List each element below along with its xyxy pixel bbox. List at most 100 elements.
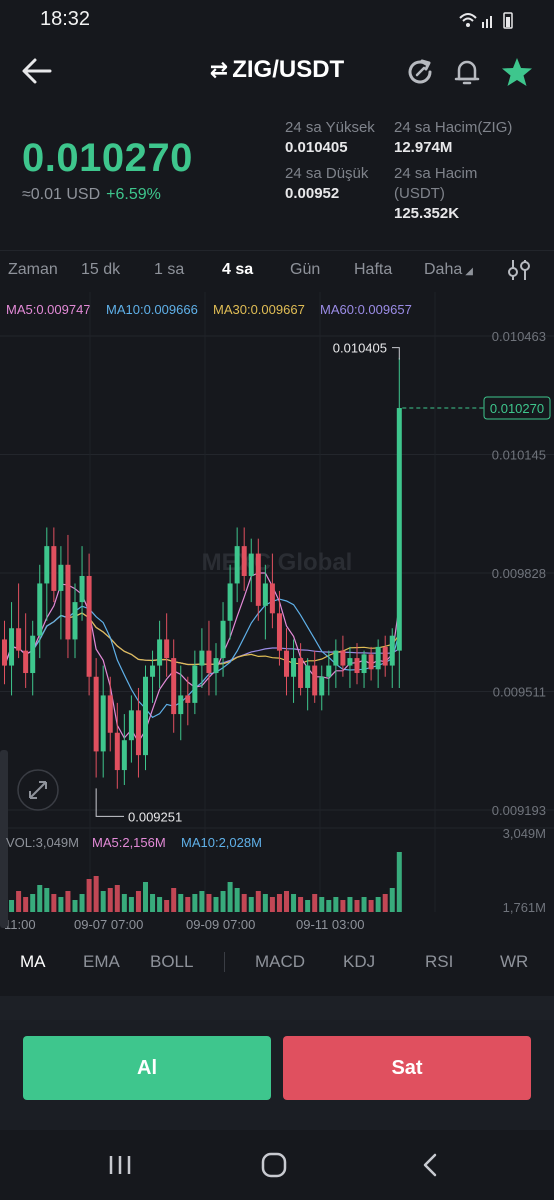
candle <box>389 635 395 666</box>
vol-ma5-legend: MA5:2,156M <box>92 835 166 850</box>
candle <box>284 650 289 677</box>
volume-bar <box>86 879 92 912</box>
candle <box>347 658 353 666</box>
volume-bar <box>30 894 36 912</box>
volume-bar <box>284 891 289 912</box>
stat-label: 24 sa Yüksek <box>285 119 375 136</box>
candle <box>241 546 247 576</box>
candle <box>255 553 261 606</box>
candle <box>93 676 99 752</box>
ind-ema[interactable]: EMA <box>83 952 120 972</box>
candle <box>114 732 120 771</box>
volume-bar <box>128 897 134 912</box>
candle <box>396 408 402 651</box>
tf-15m[interactable]: 15 dk <box>81 261 120 279</box>
time-axis-label: 09-09 07:00 <box>186 917 255 932</box>
stat-label: 24 sa Hacim(ZIG) <box>394 119 513 136</box>
stat-label: 24 sa Hacim <box>394 165 478 182</box>
tf-more[interactable]: Daha ◢ <box>424 261 473 279</box>
volume-bar <box>234 888 240 912</box>
recent-apps-icon[interactable] <box>100 1150 140 1180</box>
candle <box>199 650 205 666</box>
volume-bar <box>79 894 85 912</box>
ind-boll[interactable]: BOLL <box>150 952 193 972</box>
price-axis-label: 0.010463 <box>492 329 546 344</box>
volume-bar <box>23 897 29 912</box>
sell-button[interactable]: Sat <box>283 1036 531 1100</box>
tf-week[interactable]: Hafta <box>354 261 392 279</box>
candle <box>100 695 106 752</box>
tf-1h[interactable]: 1 sa <box>154 261 184 279</box>
volume-bar <box>368 900 374 912</box>
volume-bar <box>326 900 332 912</box>
tf-4h[interactable]: 4 sa <box>222 261 253 279</box>
volume-bar <box>58 897 64 912</box>
candle <box>2 639 7 666</box>
price-axis-label: 0.009511 <box>493 685 546 700</box>
last-price-label: 0.010270 <box>490 401 544 416</box>
volume-bar <box>44 888 50 912</box>
ind-wr[interactable]: WR <box>500 952 528 972</box>
candle <box>72 602 78 640</box>
bell-icon[interactable] <box>451 56 483 88</box>
candle <box>164 639 170 659</box>
candle <box>128 710 134 741</box>
volume-bar <box>192 894 198 912</box>
candle <box>58 564 64 591</box>
volume-bar <box>361 897 367 912</box>
volume-bar <box>93 876 99 912</box>
chart-settings-icon[interactable] <box>506 257 532 283</box>
stat-value: 12.974M <box>394 139 453 156</box>
volume-bar <box>354 900 360 912</box>
candle <box>51 546 57 591</box>
candle <box>262 583 268 606</box>
fullscreen-button[interactable] <box>17 769 59 811</box>
candle <box>37 583 43 636</box>
watermark: MEXC Global <box>202 549 353 576</box>
stat-24h-volume-zig: 24 sa Hacim(ZIG) 12.974M <box>394 118 512 158</box>
volume-bar <box>375 897 381 912</box>
candle <box>206 650 212 674</box>
buy-button[interactable]: Al <box>23 1036 271 1100</box>
volume-bar <box>241 894 247 912</box>
candlestick-chart[interactable]: MEXC Global 0.010463 0.010145 0.009828 0.00… <box>0 292 554 940</box>
min-price-label: 0.009251 <box>128 809 182 824</box>
favorite-star-icon[interactable] <box>501 56 533 88</box>
last-price: 0.010270 <box>22 136 193 180</box>
candle <box>213 658 219 674</box>
volume-bar <box>37 885 43 912</box>
candle <box>16 628 22 651</box>
candle <box>354 658 360 674</box>
tf-time[interactable]: Zaman <box>8 261 58 279</box>
ind-rsi[interactable]: RSI <box>425 952 453 972</box>
volume-bar <box>291 894 297 912</box>
candle <box>368 654 374 670</box>
volume-bar <box>150 894 156 912</box>
ind-kdj[interactable]: KDJ <box>343 952 375 972</box>
candle <box>333 650 339 666</box>
volume-bar <box>248 897 254 912</box>
candle <box>157 639 163 666</box>
volume-bar <box>262 894 268 912</box>
candle <box>143 676 148 756</box>
volume-bar <box>396 852 402 912</box>
status-bar: 18:32 <box>0 0 554 40</box>
home-icon[interactable] <box>254 1150 294 1180</box>
candle <box>312 665 318 696</box>
usd-approx: ≈0.01 USD +6.59% <box>22 186 161 204</box>
volume-bar <box>16 891 22 912</box>
volume-bars <box>2 852 402 912</box>
candle <box>340 650 346 666</box>
candle <box>150 665 156 677</box>
ind-ma[interactable]: MA <box>20 952 46 972</box>
tf-day[interactable]: Gün <box>290 261 320 279</box>
time-axis-label: 09-07 07:00 <box>74 917 143 932</box>
stat-24h-volume-usdt: 24 sa Hacim (USDT) 125.352K <box>394 164 477 224</box>
back-icon[interactable] <box>410 1150 450 1180</box>
ind-macd[interactable]: MACD <box>255 952 305 972</box>
volume-bar <box>382 894 388 912</box>
price-axis-label: 0.009828 <box>492 566 546 581</box>
refresh-icon[interactable] <box>404 56 436 88</box>
volume-bar <box>9 900 15 912</box>
volume-bar <box>269 897 275 912</box>
